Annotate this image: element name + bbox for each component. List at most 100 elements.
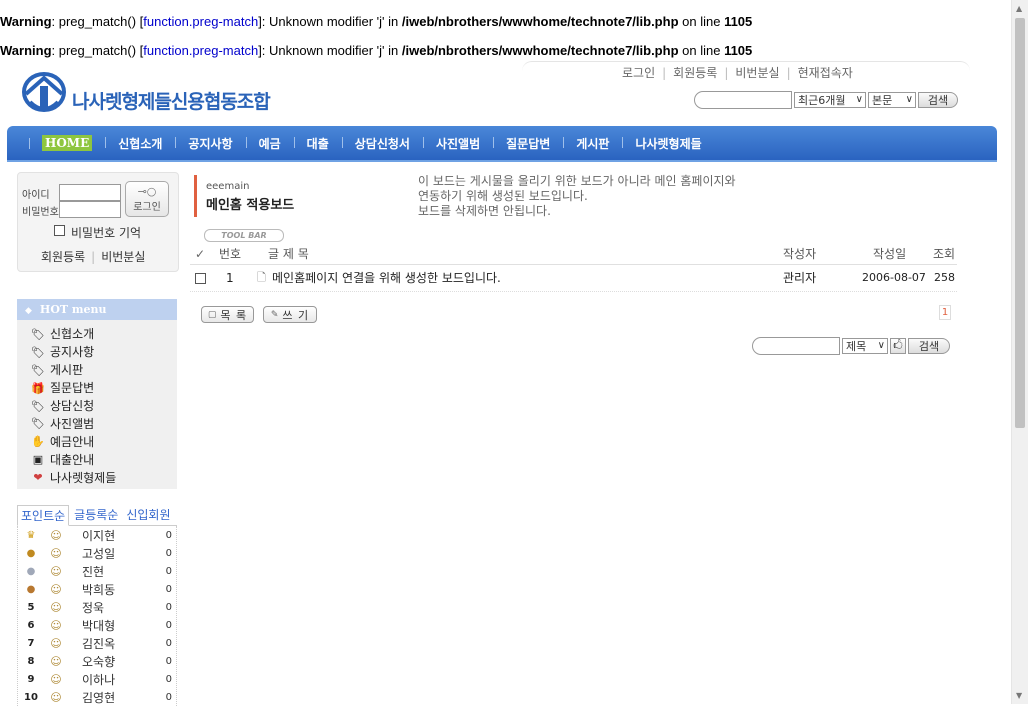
tab-points[interactable]: 포인트순 bbox=[17, 505, 70, 526]
col-author: 작성자 bbox=[783, 247, 817, 261]
scroll-thumb[interactable] bbox=[1015, 18, 1025, 428]
hot-menu-item[interactable]: 🏷 신협소개 bbox=[31, 326, 177, 344]
main-nav: HOME 신협소개 공지사항 예금 대출 상담신청서 사진앨범 질문답변 게시판… bbox=[7, 126, 997, 162]
ranking-row[interactable]: ♛ ☺ 이지현 0 bbox=[18, 526, 176, 544]
row-title-link[interactable]: 메인홈페이지 연결을 위해 생성한 보드입니다. bbox=[272, 266, 501, 290]
ranking-row[interactable]: 9 ☺ 이하나 0 bbox=[18, 670, 176, 688]
warning-line: 1105 bbox=[724, 14, 753, 29]
nav-home[interactable]: HOME bbox=[29, 135, 105, 151]
nav-deposit[interactable]: 예금 bbox=[245, 135, 294, 152]
hot-menu-item[interactable]: 🏷 게시판 bbox=[31, 362, 177, 380]
warning-function-link[interactable]: function.preg-match bbox=[143, 14, 258, 29]
join-link[interactable]: 회원등록 bbox=[673, 66, 717, 80]
ranking-row[interactable]: 8 ☺ 오숙향 0 bbox=[18, 652, 176, 670]
face-icon: ☺ bbox=[50, 618, 62, 632]
tag-icon: 🏷 bbox=[31, 327, 45, 341]
ranking-row[interactable]: 6 ☺ 박대형 0 bbox=[18, 616, 176, 634]
face-icon: ☺ bbox=[50, 582, 62, 596]
ranking-row[interactable]: ● ☺ 진현 0 bbox=[18, 562, 176, 580]
hot-menu-item[interactable]: ▣ 대출안내 bbox=[31, 451, 177, 469]
nav-notice[interactable]: 공지사항 bbox=[175, 135, 245, 152]
row-views: 258 bbox=[934, 271, 955, 284]
member-ranking: 포인트순 글등록순 신입회원 ♛ ☺ 이지현 0 ● ☺ 고성일 0 ● ☺ 진현 0 ● ☺ 박희동… bbox=[17, 505, 177, 706]
ranking-list: ♛ ☺ 이지현 0 ● ☺ 고성일 0 ● ☺ 진현 0 ● ☺ 박희동 0 5 ☺ 정욱 0 6 ☺ 박대형 0 … bbox=[17, 526, 177, 706]
warning-function-link[interactable]: function.preg-match bbox=[143, 43, 258, 58]
nav-consult[interactable]: 상담신청서 bbox=[341, 135, 423, 152]
field-select[interactable]: 본문 ∨ bbox=[868, 92, 916, 108]
tab-new-members[interactable]: 신입회원 bbox=[123, 505, 173, 525]
hot-menu-item[interactable]: 🏷 사진앨범 bbox=[31, 415, 177, 433]
face-icon: ☺ bbox=[50, 672, 62, 686]
tag-icon: 🏷 bbox=[31, 399, 45, 413]
board-search-button[interactable]: 검색 bbox=[908, 338, 950, 354]
face-icon: ☺ bbox=[50, 600, 62, 614]
ranking-row[interactable]: ● ☺ 고성일 0 bbox=[18, 544, 176, 562]
col-views[interactable]: 조회 bbox=[933, 244, 955, 264]
board-search-field-select[interactable]: 제목 ∨ bbox=[842, 338, 888, 354]
nav-loan[interactable]: 대출 bbox=[293, 135, 342, 152]
join-link[interactable]: 회원등록 bbox=[41, 250, 85, 264]
period-select[interactable]: 최근6개월 ∨ bbox=[794, 92, 866, 108]
hot-menu-item[interactable]: 🏷 공지사항 bbox=[31, 344, 177, 362]
hot-menu-item[interactable]: ✋ 예금안내 bbox=[31, 433, 177, 451]
col-date: 작성일 bbox=[873, 247, 907, 261]
nav-about[interactable]: 신협소개 bbox=[105, 135, 175, 152]
header-search-input[interactable] bbox=[694, 91, 792, 109]
nav-album[interactable]: 사진앨범 bbox=[422, 135, 493, 152]
heart-icon: ❤ bbox=[33, 471, 43, 485]
face-icon: ☺ bbox=[50, 528, 62, 542]
face-icon: ☺ bbox=[50, 654, 62, 668]
hot-menu-item[interactable]: ❤ 나사렛형제들 bbox=[31, 469, 177, 487]
logo-emblem-icon bbox=[22, 72, 66, 112]
ranking-row[interactable]: ● ☺ 박희동 0 bbox=[18, 580, 176, 598]
lost-password-link[interactable]: 비번분실 bbox=[735, 66, 779, 80]
pencil-icon: ✎ bbox=[270, 309, 280, 320]
key-icon: ⊸○ bbox=[137, 185, 157, 198]
nav-qna[interactable]: 질문답변 bbox=[493, 135, 563, 152]
header-search: 최근6개월 ∨ 본문 ∨ 검색 bbox=[694, 91, 958, 109]
warning-path: /iweb/nbrothers/wwwhome/technote7/lib.ph… bbox=[401, 14, 679, 29]
tab-posts[interactable]: 글등록순 bbox=[71, 505, 121, 525]
logo-text: 나사렛형제들신용협동조합 bbox=[72, 90, 271, 113]
board-row: 1 🗋 메인홈페이지 연결을 위해 생성한 보드입니다. 관리자 2006-08… bbox=[190, 266, 957, 292]
page-link[interactable]: 1 bbox=[939, 305, 951, 320]
col-title: 글 제 목 bbox=[268, 247, 309, 261]
warning-text: : preg_match() [ bbox=[51, 43, 144, 58]
medal-icon: ● bbox=[26, 565, 36, 577]
search-option-icon[interactable]: 🖒 bbox=[890, 338, 906, 354]
row-author[interactable]: 관리자 bbox=[783, 266, 816, 290]
lost-password-link[interactable]: 비번분실 bbox=[101, 250, 145, 264]
login-button[interactable]: ⊸○ 로그인 bbox=[125, 181, 169, 217]
list-button[interactable]: ▢ 목 록 bbox=[201, 306, 254, 323]
warning-text: on line bbox=[678, 43, 725, 58]
password-label: 비밀번호 bbox=[22, 207, 59, 218]
hot-menu-item[interactable]: 🏷 상담신청 bbox=[31, 398, 177, 416]
row-checkbox[interactable] bbox=[195, 273, 206, 284]
remember-checkbox[interactable] bbox=[54, 225, 65, 236]
ranking-row[interactable]: 7 ☺ 김진옥 0 bbox=[18, 634, 176, 652]
nav-board[interactable]: 게시판 bbox=[563, 135, 622, 152]
chevron-down-icon: ∨ bbox=[877, 340, 885, 351]
online-users-link[interactable]: 현재접속자 bbox=[798, 66, 853, 80]
scroll-down-icon[interactable]: ▼ bbox=[1016, 691, 1022, 700]
warning-line: 1105 bbox=[724, 43, 753, 58]
site-logo[interactable]: 나사렛형제들신용협동조합 bbox=[20, 72, 271, 116]
ranking-row[interactable]: 10 ☺ 김영현 0 bbox=[18, 688, 176, 706]
header-search-button[interactable]: 검색 bbox=[918, 92, 958, 108]
nav-nazarene[interactable]: 나사렛형제들 bbox=[622, 135, 714, 152]
password-input[interactable] bbox=[59, 201, 121, 218]
hot-menu-item[interactable]: 🎁 질문답변 bbox=[31, 380, 177, 398]
ranking-row[interactable]: 5 ☺ 정욱 0 bbox=[18, 598, 176, 616]
vertical-scrollbar[interactable]: ▲ ▼ bbox=[1011, 0, 1028, 704]
warning-prefix: Warning bbox=[0, 14, 52, 29]
board-name: 메인홈 적용보드 bbox=[206, 198, 295, 213]
scroll-up-icon[interactable]: ▲ bbox=[1016, 4, 1022, 13]
login-box: 아이디 비밀번호 ⊸○ 로그인 비밀번호 기억 회원등록 | 비번분실 bbox=[17, 172, 179, 272]
toolbar-toggle[interactable]: TOOL BAR bbox=[204, 229, 284, 242]
gift-icon: 🎁 bbox=[31, 381, 45, 395]
id-input[interactable] bbox=[59, 184, 121, 201]
board-search-input[interactable] bbox=[752, 337, 840, 355]
write-button[interactable]: ✎ 쓰 기 bbox=[263, 306, 317, 323]
login-link[interactable]: 로그인 bbox=[622, 66, 655, 80]
chevron-down-icon: ∨ bbox=[905, 94, 913, 105]
